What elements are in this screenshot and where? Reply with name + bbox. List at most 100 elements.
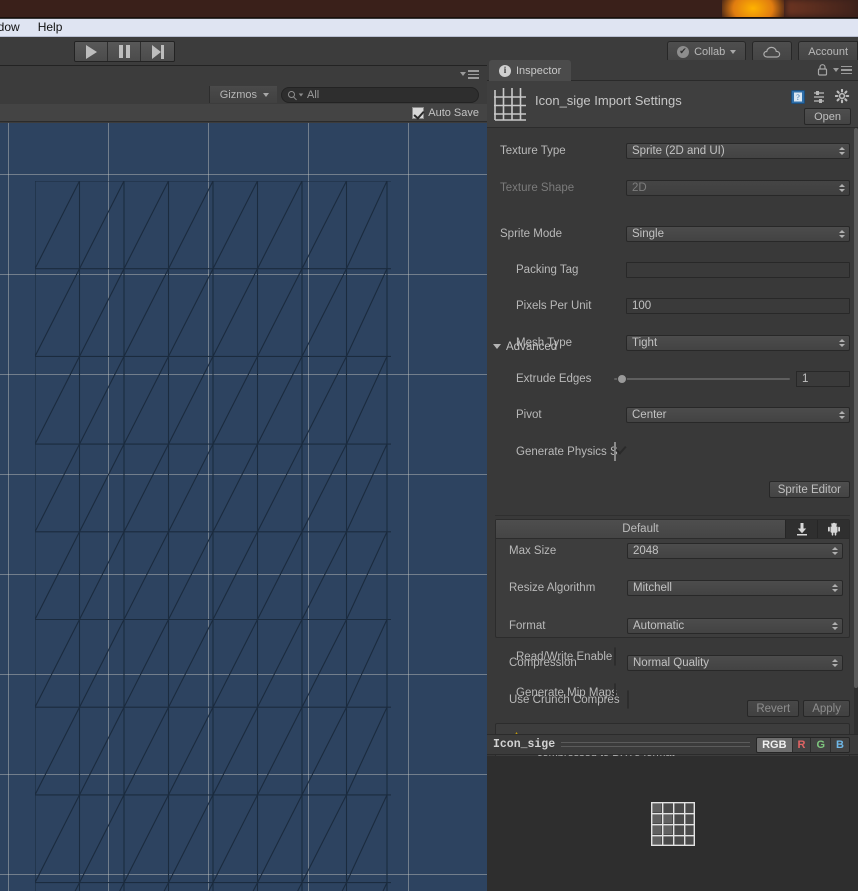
- play-button[interactable]: [75, 42, 108, 61]
- scrollbar-thumb[interactable]: [854, 128, 858, 688]
- menu-item-help[interactable]: Help: [29, 19, 72, 36]
- open-button[interactable]: Open: [804, 108, 851, 125]
- max-size-dropdown[interactable]: 2048: [627, 543, 843, 560]
- property-row-max-size: Max Size 2048: [496, 542, 849, 560]
- property-field: [626, 262, 850, 279]
- open-button-label: Open: [814, 110, 841, 123]
- packing-tag-input[interactable]: [626, 262, 850, 279]
- updown-arrows-icon: [839, 147, 845, 156]
- resize-algorithm-dropdown[interactable]: Mitchell: [627, 580, 843, 597]
- channel-rgb-button[interactable]: RGB: [757, 737, 793, 752]
- menu-item-window[interactable]: ndow: [0, 19, 29, 36]
- pause-button[interactable]: [108, 42, 141, 61]
- format-dropdown[interactable]: Automatic: [627, 617, 843, 634]
- revert-button[interactable]: Revert: [747, 700, 800, 717]
- property-row-pixels-per-unit: Pixels Per Unit 100: [487, 297, 858, 315]
- updown-arrows-icon: [832, 547, 838, 556]
- generate-physics-shape-checkbox[interactable]: [614, 441, 616, 461]
- inspector-panel-menu-icon[interactable]: [833, 65, 852, 75]
- apply-button[interactable]: Apply: [803, 700, 850, 717]
- property-row-sprite-mode: Sprite Mode Single: [487, 225, 858, 243]
- property-row-format: Format Automatic: [496, 617, 849, 635]
- android-icon: [827, 522, 840, 536]
- property-field: 2048: [627, 543, 843, 560]
- collab-check-icon: ✔: [677, 45, 690, 58]
- texture-type-dropdown[interactable]: Sprite (2D and UI): [626, 143, 850, 160]
- dropdown-value: Single: [632, 227, 664, 240]
- download-icon: [796, 523, 807, 536]
- property-field: Automatic: [627, 617, 843, 634]
- extrude-edges-control: 1: [614, 370, 850, 387]
- dropdown-value: 2D: [632, 182, 647, 195]
- updown-arrows-icon: [839, 184, 845, 193]
- cloud-button[interactable]: [752, 41, 793, 62]
- sprite-mode-dropdown[interactable]: Single: [626, 225, 850, 242]
- property-label: Generate Physics S: [516, 445, 618, 458]
- account-label: Account: [808, 45, 848, 58]
- property-label: Use Crunch Compres: [509, 694, 620, 707]
- tab-inspector-label: Inspector: [516, 64, 562, 77]
- gizmos-dropdown[interactable]: Gizmos: [208, 86, 277, 103]
- preview-area[interactable]: [487, 756, 858, 891]
- channel-g-button[interactable]: G: [811, 737, 832, 752]
- preset-icon[interactable]: [813, 90, 827, 104]
- property-label: Pivot: [516, 409, 542, 422]
- step-button[interactable]: [141, 42, 174, 61]
- platform-tab-standalone[interactable]: [785, 520, 817, 538]
- chevron-down-icon: [730, 49, 737, 54]
- property-label: Resize Algorithm: [509, 582, 596, 595]
- scene-view-subbar: Gizmos All: [0, 84, 487, 105]
- dropdown-value: Center: [632, 409, 667, 422]
- property-label: Pixels Per Unit: [516, 300, 592, 313]
- dropdown-value: Automatic: [633, 619, 685, 632]
- channel-r-button[interactable]: R: [792, 737, 812, 752]
- channel-toggle-group: RGB R G B: [756, 736, 850, 753]
- grid-sprite-preview: [650, 801, 695, 846]
- extrude-edges-value-input[interactable]: 1: [796, 370, 850, 387]
- preview-header-bar: Icon_sige RGB R G B: [487, 734, 858, 755]
- use-crunch-compression-checkbox[interactable]: [627, 690, 629, 710]
- tab-inspector[interactable]: i Inspector: [489, 60, 572, 81]
- gear-icon[interactable]: [835, 89, 850, 104]
- chevron-down-icon: [493, 344, 501, 349]
- compression-dropdown[interactable]: Normal Quality: [627, 655, 843, 672]
- chevron-down-icon: [263, 92, 269, 97]
- collab-button[interactable]: ✔ Collab: [667, 41, 747, 62]
- pause-icon: [118, 45, 130, 58]
- extrude-edges-slider[interactable]: [614, 371, 790, 387]
- account-button[interactable]: Account: [798, 41, 858, 62]
- slider-handle[interactable]: [617, 373, 627, 384]
- advanced-label: Advanced: [506, 340, 558, 353]
- property-label: Extrude Edges: [516, 372, 592, 385]
- property-field: [614, 441, 616, 461]
- auto-save-checkbox[interactable]: [412, 106, 425, 119]
- property-field: Mitchell: [627, 580, 843, 597]
- property-label: Format: [509, 619, 546, 632]
- lock-icon[interactable]: [817, 64, 828, 76]
- texture-shape-dropdown[interactable]: 2D: [626, 180, 850, 197]
- updown-arrows-icon: [839, 229, 845, 238]
- property-label: Sprite Mode: [500, 227, 563, 240]
- revert-label: Revert: [756, 702, 791, 715]
- help-book-icon[interactable]: ?: [791, 89, 805, 104]
- titlebar-glow: [722, 0, 784, 17]
- platform-tab-android[interactable]: [817, 520, 849, 538]
- inspector-scrollbar[interactable]: [854, 128, 858, 738]
- scene-search-input[interactable]: All: [281, 86, 479, 103]
- property-row-resize-algorithm: Resize Algorithm Mitchell: [496, 579, 849, 597]
- scene-canvas[interactable]: [0, 123, 487, 891]
- sprite-editor-button[interactable]: Sprite Editor: [768, 481, 850, 499]
- scene-panel-menu-icon[interactable]: [460, 70, 479, 79]
- advanced-foldout[interactable]: Advanced: [487, 337, 858, 356]
- channel-b-button[interactable]: B: [831, 737, 849, 752]
- auto-save-label: Auto Save: [428, 106, 479, 119]
- property-label: Texture Shape: [500, 182, 575, 195]
- preview-asset-name: Icon_sige: [493, 738, 556, 751]
- property-field: [627, 690, 629, 710]
- pixels-per-unit-input[interactable]: 100: [626, 298, 850, 315]
- play-icon: [85, 44, 97, 59]
- platform-tab-default[interactable]: Default: [496, 520, 785, 538]
- pivot-dropdown[interactable]: Center: [626, 407, 850, 424]
- page-title: Icon_sige Import Settings: [535, 93, 682, 108]
- updown-arrows-icon: [832, 621, 838, 630]
